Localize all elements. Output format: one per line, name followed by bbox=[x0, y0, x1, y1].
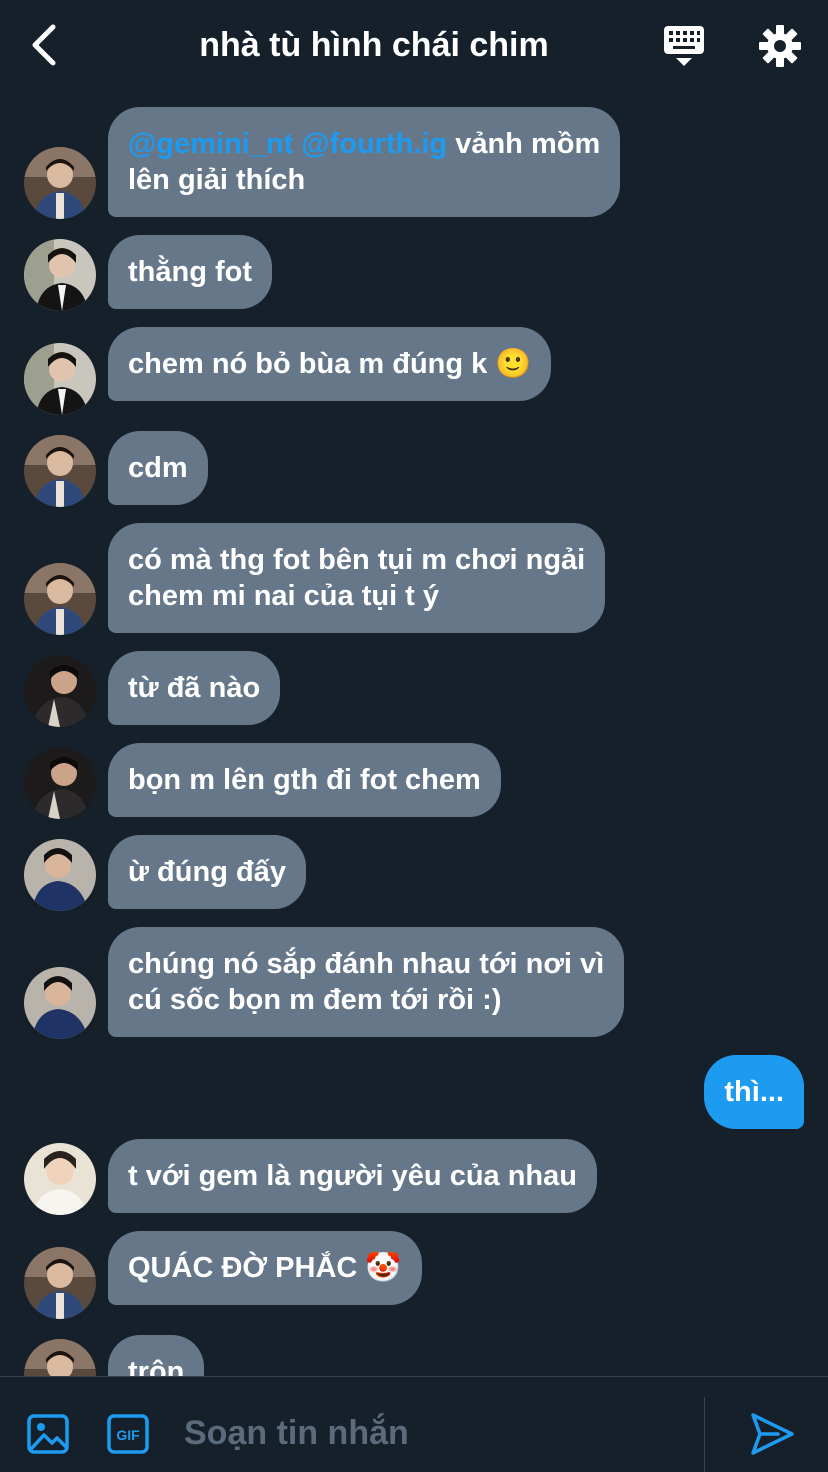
avatar[interactable] bbox=[24, 343, 96, 415]
message-text: thì... bbox=[724, 1076, 784, 1108]
message-text: chúng nó sắp đánh nhau tới nơi vì bbox=[128, 948, 605, 980]
avatar[interactable] bbox=[24, 967, 96, 1039]
settings-button[interactable] bbox=[756, 20, 804, 72]
avatar-a-icon bbox=[24, 1339, 96, 1376]
message-bubble[interactable]: ừ đúng đấy bbox=[108, 835, 306, 909]
message-text: chem mi nai của tụi t ý bbox=[128, 580, 440, 612]
back-button[interactable] bbox=[22, 20, 66, 70]
message-bubble[interactable]: cdm bbox=[108, 431, 208, 505]
chevron-left-icon bbox=[32, 24, 56, 66]
gear-icon bbox=[759, 25, 801, 67]
message-bubble[interactable]: trộn bbox=[108, 1335, 205, 1376]
message-input[interactable]: Soạn tin nhắn bbox=[184, 1405, 684, 1461]
avatar-a-icon bbox=[24, 147, 96, 219]
gif-label: GIF bbox=[116, 1427, 140, 1443]
message-text: vảnh mồm bbox=[447, 128, 601, 160]
message-text: cdm bbox=[128, 452, 188, 484]
conversation-title[interactable]: nhà tù hình chái chim bbox=[100, 22, 648, 68]
message-text: cú sốc bọn m đem tới rồi :) bbox=[128, 984, 502, 1016]
my-message-bubble[interactable]: thì... bbox=[704, 1055, 804, 1129]
message-text: bọn m lên gth đi fot chem bbox=[128, 764, 481, 796]
message-bubble[interactable]: từ đã nào bbox=[108, 651, 281, 725]
avatar[interactable] bbox=[24, 563, 96, 635]
avatar[interactable] bbox=[24, 655, 96, 727]
message-bubble[interactable]: thằng fot bbox=[108, 235, 273, 309]
avatar[interactable] bbox=[24, 747, 96, 819]
message-text: thằng fot bbox=[128, 256, 253, 288]
message-bubble[interactable]: t với gem là người yêu của nhau bbox=[108, 1139, 597, 1213]
avatar[interactable] bbox=[24, 1143, 96, 1215]
message-list[interactable]: @gemini_nt @fourth.ig vảnh mồm lên giải … bbox=[0, 92, 828, 1376]
message-text: lên giải thích bbox=[128, 164, 306, 196]
avatar-c-icon bbox=[24, 747, 96, 819]
avatar[interactable] bbox=[24, 147, 96, 219]
message-text: QUÁC ĐỜ PHẮC 🤡 bbox=[128, 1252, 402, 1284]
message-bubble[interactable]: có mà thg fot bên tụi m chơi ngải chem m… bbox=[108, 523, 606, 633]
gif-icon: GIF bbox=[107, 1414, 149, 1454]
avatar-a-icon bbox=[24, 1247, 96, 1319]
avatar[interactable] bbox=[24, 239, 96, 311]
avatar-e-icon bbox=[24, 1143, 96, 1215]
message-text: ừ đúng đấy bbox=[128, 856, 286, 888]
add-image-button[interactable] bbox=[26, 1413, 70, 1455]
avatar[interactable] bbox=[24, 435, 96, 507]
message-text: t với gem là người yêu của nhau bbox=[128, 1160, 577, 1192]
message-text: chem nó bỏ bùa m đúng k 🙂 bbox=[128, 348, 532, 380]
avatar-d-icon bbox=[24, 967, 96, 1039]
avatar-b-icon bbox=[24, 343, 96, 415]
avatar-a-icon bbox=[24, 563, 96, 635]
message-bubble[interactable]: chúng nó sắp đánh nhau tới nơi vì cú sốc… bbox=[108, 927, 625, 1037]
divider bbox=[704, 1397, 705, 1472]
message-text: trộn bbox=[128, 1356, 185, 1376]
mention-link[interactable]: @gemini_nt @fourth.ig bbox=[128, 128, 447, 160]
message-bubble[interactable]: QUÁC ĐỜ PHẮC 🤡 bbox=[108, 1231, 422, 1305]
message-bubble[interactable]: bọn m lên gth đi fot chem bbox=[108, 743, 501, 817]
avatar-b-icon bbox=[24, 239, 96, 311]
message-bubble[interactable]: chem nó bỏ bùa m đúng k 🙂 bbox=[108, 327, 552, 401]
keyboard-icon bbox=[664, 26, 704, 66]
message-text: từ đã nào bbox=[128, 672, 261, 704]
avatar-c-icon bbox=[24, 655, 96, 727]
message-bubble[interactable]: @gemini_nt @fourth.ig vảnh mồm lên giải … bbox=[108, 107, 621, 217]
avatar[interactable] bbox=[24, 1247, 96, 1319]
send-icon bbox=[751, 1413, 794, 1455]
send-button[interactable] bbox=[748, 1411, 796, 1457]
avatar-d-icon bbox=[24, 839, 96, 911]
add-gif-button[interactable]: GIF bbox=[106, 1413, 150, 1455]
avatar[interactable] bbox=[24, 839, 96, 911]
conversation-header: nhà tù hình chái chim bbox=[0, 0, 828, 92]
avatar-a-icon bbox=[24, 435, 96, 507]
avatar[interactable] bbox=[24, 1339, 96, 1376]
message-text: có mà thg fot bên tụi m chơi ngải bbox=[128, 544, 586, 576]
keyboard-button[interactable] bbox=[660, 22, 708, 70]
image-icon bbox=[27, 1414, 69, 1454]
composer-bar: GIF Soạn tin nhắn bbox=[0, 1376, 828, 1472]
